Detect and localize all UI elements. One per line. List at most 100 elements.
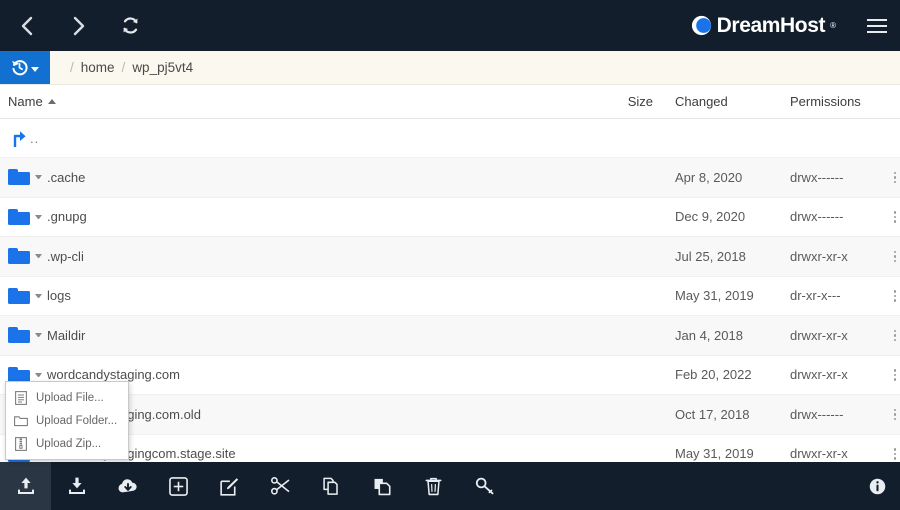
refresh-button[interactable] xyxy=(104,0,156,51)
kebab-menu-icon xyxy=(894,290,897,302)
parent-directory-row[interactable]: .. xyxy=(0,119,900,158)
file-document-icon xyxy=(14,390,28,405)
menu-item-upload-file[interactable]: Upload File... xyxy=(6,386,128,409)
toolbar-permissions-button[interactable] xyxy=(459,462,510,510)
plus-box-icon xyxy=(169,477,188,496)
toolbar-copy-button[interactable] xyxy=(306,462,357,510)
menu-item-upload-file-label: Upload File... xyxy=(36,392,104,404)
file-name-label: wordcandystaging.com xyxy=(47,367,180,382)
menu-item-upload-folder-label: Upload Folder... xyxy=(36,415,117,427)
breadcrumb-path: / home / wp_pj5vt4 xyxy=(50,51,193,84)
cell-changed: Apr 8, 2020 xyxy=(675,170,790,185)
table-row[interactable]: wordcandystaging.com Feb 20, 2022drwxr-xr… xyxy=(0,356,900,396)
folder-icon xyxy=(8,169,30,185)
column-header-changed[interactable]: Changed xyxy=(675,94,790,109)
chevron-left-icon xyxy=(20,16,33,36)
toolbar-cut-button[interactable] xyxy=(255,462,306,510)
toolbar-new-button[interactable] xyxy=(153,462,204,510)
chevron-down-icon[interactable] xyxy=(35,373,42,377)
column-header-permissions[interactable]: Permissions xyxy=(790,94,890,109)
row-actions-button[interactable] xyxy=(890,448,900,460)
cell-permissions: dr-xr-x--- xyxy=(790,288,890,303)
trademark-symbol: ® xyxy=(830,21,836,30)
kebab-menu-icon xyxy=(894,211,897,223)
row-actions-button[interactable] xyxy=(890,330,900,342)
cell-changed: May 31, 2019 xyxy=(675,288,790,303)
table-row[interactable]: .gnupg Dec 9, 2020drwx------ xyxy=(0,198,900,238)
table-row[interactable]: logs May 31, 2019dr-xr-x--- xyxy=(0,277,900,317)
cell-permissions: drwx------ xyxy=(790,209,890,224)
toolbar-info-button[interactable] xyxy=(854,462,900,510)
cell-permissions: drwxr-xr-x xyxy=(790,367,890,382)
chevron-down-icon[interactable] xyxy=(35,175,42,179)
row-actions-button[interactable] xyxy=(890,409,900,421)
breadcrumb-separator: / xyxy=(122,60,126,75)
toolbar-edit-button[interactable] xyxy=(204,462,255,510)
column-header-name[interactable]: Name xyxy=(0,94,560,109)
file-name-label: .cache xyxy=(47,170,85,185)
file-name-label: .wp-cli xyxy=(47,249,84,264)
cell-permissions: drwx------ xyxy=(790,407,890,422)
upload-context-menu: Upload File... Upload Folder... Upload xyxy=(5,381,129,460)
history-caret-icon xyxy=(31,67,39,72)
cell-name[interactable]: logs xyxy=(0,288,560,304)
cell-changed: Jul 25, 2018 xyxy=(675,249,790,264)
cell-name[interactable]: .cache xyxy=(0,169,560,185)
file-name-label: .gnupg xyxy=(47,209,87,224)
back-button[interactable] xyxy=(0,0,52,51)
row-actions-button[interactable] xyxy=(890,172,900,184)
parent-directory-label: .. xyxy=(30,131,39,146)
file-manager-window: DreamHost ® / home / wp_pj5vt4 xyxy=(0,0,900,510)
cell-name[interactable]: .wp-cli xyxy=(0,248,560,264)
kebab-menu-icon xyxy=(894,251,897,263)
history-button[interactable] xyxy=(0,51,50,84)
breadcrumb-item-home[interactable]: home xyxy=(81,60,115,75)
upload-icon xyxy=(16,476,36,496)
cell-changed: Dec 9, 2020 xyxy=(675,209,790,224)
row-actions-button[interactable] xyxy=(890,211,900,223)
chevron-down-icon[interactable] xyxy=(35,294,42,298)
forward-button[interactable] xyxy=(52,0,104,51)
table-row[interactable]: MaildirJan 4, 2018drwxr-xr-x xyxy=(0,316,900,356)
toolbar-upload-button[interactable] xyxy=(0,462,51,510)
cell-permissions: drwxr-xr-x xyxy=(790,249,890,264)
kebab-menu-icon xyxy=(894,172,897,184)
toolbar-delete-button[interactable] xyxy=(408,462,459,510)
column-header-size[interactable]: Size xyxy=(560,94,675,109)
breadcrumb-separator: / xyxy=(70,60,74,75)
chevron-down-icon[interactable] xyxy=(35,333,42,337)
table-row[interactable]: wordcandystaging.com.oldOct 17, 2018drwx… xyxy=(0,395,900,435)
cell-changed: Feb 20, 2022 xyxy=(675,367,790,382)
chevron-down-icon[interactable] xyxy=(35,215,42,219)
table-row[interactable]: .wp-cli Jul 25, 2018drwxr-xr-x xyxy=(0,237,900,277)
breadcrumb-item-current[interactable]: wp_pj5vt4 xyxy=(132,60,193,75)
info-circle-icon xyxy=(869,478,886,495)
table-row[interactable]: .cacheApr 8, 2020drwx------ xyxy=(0,158,900,198)
top-navigation-bar: DreamHost ® xyxy=(0,0,900,51)
menu-item-upload-zip[interactable]: Upload Zip... xyxy=(6,432,128,455)
folder-outline-icon xyxy=(14,413,28,428)
hamburger-menu-icon[interactable] xyxy=(854,0,900,51)
menu-item-upload-folder[interactable]: Upload Folder... xyxy=(6,409,128,432)
cell-changed: May 31, 2019 xyxy=(675,446,790,461)
row-actions-button[interactable] xyxy=(890,369,900,381)
toolbar-download-button[interactable] xyxy=(51,462,102,510)
row-actions-button[interactable] xyxy=(890,251,900,263)
cell-permissions: drwxr-xr-x xyxy=(790,328,890,343)
folder-icon xyxy=(8,209,30,225)
cell-name[interactable]: Maildir xyxy=(0,327,560,343)
table-body: .cache Apr 8, 2020 drwx------ .gnupg Dec 9, … xyxy=(0,158,900,474)
sort-ascending-icon xyxy=(48,99,56,104)
refresh-icon xyxy=(121,16,140,35)
chevron-down-icon[interactable] xyxy=(35,254,42,258)
toolbar-cloud-download-button[interactable] xyxy=(102,462,153,510)
toolbar-paste-button[interactable] xyxy=(357,462,408,510)
table-header-row: Name Size Changed Permissions xyxy=(0,85,900,119)
key-icon xyxy=(475,477,495,495)
file-name-label: Maildir xyxy=(47,328,85,343)
chevron-right-icon xyxy=(72,16,85,36)
copy-icon xyxy=(322,477,341,496)
row-actions-button[interactable] xyxy=(890,290,900,302)
cell-permissions: drwxr-xr-x xyxy=(790,446,890,461)
cell-name[interactable]: .gnupg xyxy=(0,209,560,225)
